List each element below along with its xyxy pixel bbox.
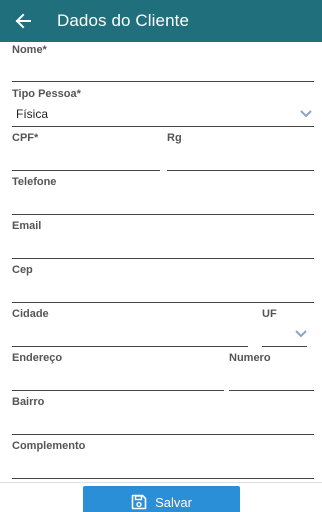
- nome-field[interactable]: Nome*: [12, 44, 314, 82]
- nome-label: Nome*: [12, 44, 47, 56]
- telefone-underline: [12, 214, 314, 215]
- email-underline: [12, 258, 314, 259]
- cidade-label: Cidade: [12, 308, 49, 320]
- numero-field[interactable]: Numero: [229, 352, 314, 391]
- arrow-left-icon: [15, 13, 31, 29]
- complemento-underline: [12, 478, 314, 479]
- bairro-label: Bairro: [12, 396, 45, 408]
- cpf-underline: [12, 170, 160, 171]
- cep-field[interactable]: Cep: [12, 264, 314, 303]
- tipo-pessoa-value: Física: [16, 107, 49, 121]
- rg-field[interactable]: Rg: [167, 132, 314, 171]
- cidade-field[interactable]: Cidade: [12, 308, 248, 347]
- save-button[interactable]: Salvar: [83, 486, 240, 512]
- chevron-down-icon: [295, 330, 307, 338]
- bairro-field[interactable]: Bairro: [12, 396, 314, 435]
- save-button-label: Salvar: [155, 494, 192, 510]
- cpf-field[interactable]: CPF*: [12, 132, 160, 171]
- complemento-field[interactable]: Complemento: [12, 440, 314, 479]
- telefone-field[interactable]: Telefone: [12, 176, 314, 215]
- app-bar: Dados do Cliente: [0, 0, 322, 42]
- endereco-underline: [12, 390, 224, 391]
- rg-label: Rg: [167, 132, 182, 144]
- endereco-label: Endereço: [12, 352, 63, 364]
- uf-underline: [262, 346, 307, 347]
- uf-select[interactable]: UF: [262, 308, 307, 347]
- email-field[interactable]: Email: [12, 220, 314, 259]
- numero-underline: [229, 390, 314, 391]
- cidade-underline: [12, 346, 248, 347]
- endereco-field[interactable]: Endereço: [12, 352, 224, 391]
- cep-underline: [12, 302, 314, 303]
- nome-underline: [12, 81, 314, 82]
- telefone-label: Telefone: [12, 176, 57, 188]
- cpf-label: CPF*: [12, 132, 39, 144]
- bairro-underline: [12, 434, 314, 435]
- chevron-down-icon: [300, 110, 312, 118]
- uf-label: UF: [262, 308, 277, 320]
- floppy-disk-icon: [131, 494, 147, 510]
- back-button[interactable]: [12, 10, 34, 32]
- tipo-pessoa-select[interactable]: Tipo Pessoa* Física: [12, 88, 314, 127]
- tipo-pessoa-underline: [12, 126, 314, 127]
- footer-divider: [0, 482, 322, 483]
- cep-label: Cep: [12, 264, 33, 276]
- page-title: Dados do Cliente: [57, 11, 190, 30]
- tipo-pessoa-label: Tipo Pessoa*: [12, 88, 81, 100]
- rg-underline: [167, 170, 314, 171]
- numero-label: Numero: [229, 352, 271, 364]
- complemento-label: Complemento: [12, 440, 86, 452]
- email-label: Email: [12, 220, 42, 232]
